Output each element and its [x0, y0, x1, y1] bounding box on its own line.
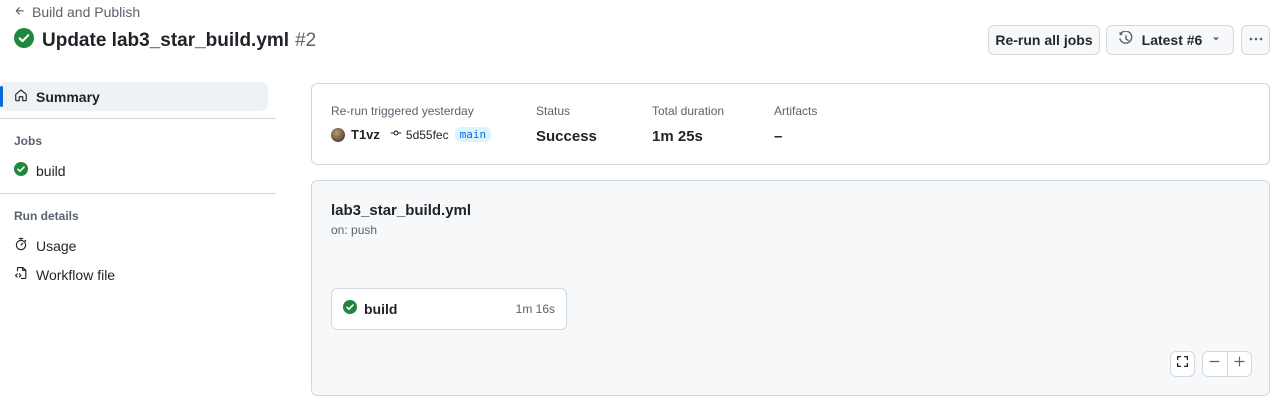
sidebar-item-summary[interactable]: Summary: [0, 82, 268, 111]
sidebar-divider: [0, 118, 276, 119]
artifacts-value: –: [774, 128, 783, 145]
home-icon: [14, 88, 28, 105]
status-label: Status: [536, 104, 571, 118]
more-options-button[interactable]: [1241, 25, 1270, 55]
commit-link[interactable]: 5d55fec: [390, 127, 449, 142]
trigger-label: Re-run triggered yesterday: [331, 104, 474, 118]
workflow-trigger: on: push: [331, 223, 378, 237]
page-title: Update lab3_star_build.yml: [42, 29, 290, 51]
zoom-in-button[interactable]: [1228, 352, 1252, 376]
sidebar-item-workflow-file[interactable]: Workflow file: [0, 260, 276, 289]
latest-run-dropdown[interactable]: Latest #6: [1106, 25, 1234, 55]
run-details-heading: Run details: [14, 209, 79, 223]
job-name: build: [364, 301, 398, 317]
zoom-controls: [1202, 351, 1252, 377]
user-link[interactable]: T1vz: [351, 127, 380, 142]
duration-label: Total duration: [652, 104, 725, 118]
duration-value: 1m 25s: [652, 128, 703, 145]
artifacts-column: Artifacts –: [774, 104, 817, 145]
screen-full-icon: [1176, 355, 1189, 373]
page-title-row: Update lab3_star_build.yml #2: [14, 28, 316, 53]
sidebar-item-build[interactable]: build: [0, 156, 276, 185]
trigger-column: Re-run triggered yesterday T1vz 5d55fec …: [331, 104, 492, 142]
back-link[interactable]: Build and Publish: [14, 4, 140, 20]
sidebar-item-label: build: [36, 162, 66, 179]
sidebar-divider: [0, 193, 276, 194]
sidebar: Summary Jobs build Run details Usage Wor…: [0, 82, 276, 289]
workflow-name: lab3_star_build.yml: [331, 202, 472, 219]
git-commit-icon: [390, 127, 402, 142]
file-code-icon: [14, 266, 28, 283]
arrow-left-icon: [14, 4, 26, 20]
run-number: #2: [295, 29, 317, 51]
job-duration: 1m 16s: [515, 302, 555, 316]
workflow-graph-card: lab3_star_build.yml on: push build 1m 16…: [311, 180, 1270, 396]
fullscreen-button[interactable]: [1170, 351, 1195, 377]
run-summary-card: Re-run triggered yesterday T1vz 5d55fec …: [311, 83, 1270, 165]
latest-run-label: Latest #6: [1141, 32, 1203, 48]
sidebar-item-label: Usage: [36, 237, 77, 254]
kebab-horizontal-icon: [1248, 31, 1264, 50]
commit-sha: 5d55fec: [405, 127, 449, 142]
branch-badge[interactable]: main: [454, 127, 492, 142]
back-link-label: Build and Publish: [32, 4, 141, 20]
jobs-heading: Jobs: [14, 134, 43, 148]
plus-icon: [1233, 355, 1246, 373]
status-value: Success: [536, 128, 597, 145]
status-column: Status Success: [536, 104, 597, 145]
artifacts-label: Artifacts: [774, 104, 818, 118]
duration-column: Total duration 1m 25s: [652, 104, 724, 145]
sidebar-item-label: Workflow file: [36, 266, 116, 283]
dash-icon: [1208, 355, 1221, 373]
avatar[interactable]: [331, 127, 345, 142]
sidebar-item-usage[interactable]: Usage: [0, 231, 276, 260]
history-icon: [1118, 29, 1134, 50]
sidebar-item-label: Summary: [36, 88, 100, 105]
stopwatch-icon: [14, 237, 28, 254]
zoom-out-button[interactable]: [1203, 352, 1227, 376]
rerun-all-jobs-label: Re-run all jobs: [995, 32, 1093, 48]
rerun-all-jobs-button[interactable]: Re-run all jobs: [988, 25, 1100, 55]
triangle-down-icon: [1210, 32, 1222, 48]
job-node-build[interactable]: build 1m 16s: [331, 288, 567, 330]
check-circle-fill-icon: [14, 28, 34, 53]
check-circle-fill-icon: [14, 162, 28, 179]
check-circle-fill-icon: [343, 299, 357, 319]
